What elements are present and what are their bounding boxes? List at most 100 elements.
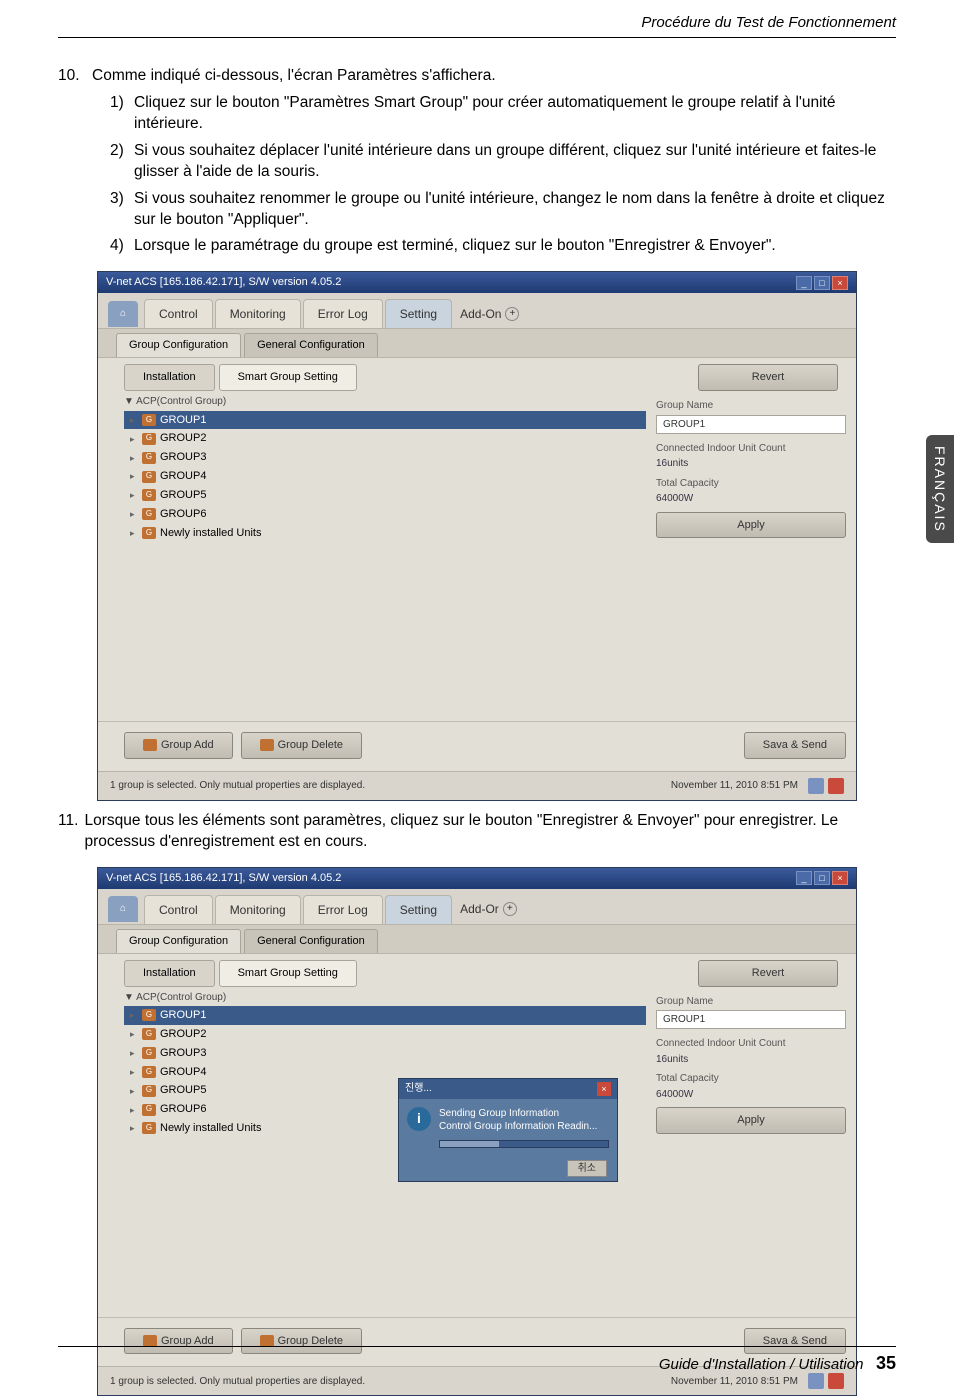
tab-setting[interactable]: Setting (385, 895, 452, 924)
tree-item-group3[interactable]: ▸GGROUP3 (124, 448, 646, 467)
step-10-sub-1: 1) Cliquez sur le bouton "Paramètres Sma… (110, 93, 896, 135)
tree-header[interactable]: ▼ ACP(Control Group) (124, 395, 646, 409)
group-icon: G (142, 1104, 156, 1116)
dialog-close-icon[interactable]: × (597, 1082, 611, 1096)
screenshot-2: V-net ACS [165.186.42.171], S/W version … (97, 867, 857, 1397)
page-number: 35 (876, 1353, 896, 1373)
addon-button[interactable]: Add-On + (460, 306, 519, 322)
group-icon (260, 1335, 274, 1347)
screenshot-1: V-net ACS [165.186.42.171], S/W version … (97, 271, 857, 801)
page-footer: Guide d'Installation / Utilisation 35 (58, 1346, 896, 1374)
tree-item-group1[interactable]: ▸GGROUP1 (124, 1006, 646, 1025)
button-label: Group Add (161, 1335, 214, 1347)
addon-button[interactable]: Add-Or + (460, 901, 517, 917)
home-icon[interactable]: ⌂ (108, 896, 138, 922)
tab-errorlog[interactable]: Error Log (303, 299, 383, 328)
home-icon[interactable]: ⌂ (108, 301, 138, 327)
group-delete-button[interactable]: Group Delete (241, 732, 362, 759)
tree-label: GROUP6 (160, 507, 206, 522)
group-icon: G (142, 471, 156, 483)
dialog-cancel-button[interactable]: 취소 (567, 1160, 607, 1177)
addon-label: Add-On (460, 306, 501, 322)
group-icon: G (142, 489, 156, 501)
group-icon: G (142, 1122, 156, 1134)
group-icon (143, 739, 157, 751)
sub-number: 4) (110, 236, 134, 257)
group-icon: G (142, 433, 156, 445)
tree-item-group3[interactable]: ▸GGROUP3 (124, 1044, 646, 1063)
tab-monitoring[interactable]: Monitoring (215, 299, 301, 328)
subtab-general-config[interactable]: General Configuration (244, 333, 378, 357)
subtab-smart-group[interactable]: Smart Group Setting (219, 960, 357, 987)
capacity-value: 64000W (656, 1088, 846, 1102)
subtab-installation[interactable]: Installation (124, 960, 215, 987)
status-time: November 11, 2010 8:51 PM (671, 1375, 798, 1389)
tree-item-group2[interactable]: ▸GGROUP2 (124, 429, 646, 448)
maximize-icon[interactable]: □ (814, 276, 830, 290)
connected-label: Connected Indoor Unit Count (656, 442, 846, 456)
tree-item-group5[interactable]: ▸GGROUP5 (124, 486, 646, 505)
progress-bar (439, 1140, 609, 1148)
button-label: Group Delete (278, 1335, 343, 1347)
sub-text: Si vous souhaitez renommer le groupe ou … (134, 189, 896, 231)
apply-button[interactable]: Apply (656, 1107, 846, 1134)
groupname-label: Group Name (656, 995, 846, 1009)
progress-dialog: 진행... × i Sending Group Information Cont… (398, 1078, 618, 1183)
revert-button[interactable]: Revert (698, 960, 838, 987)
group-icon: G (142, 452, 156, 464)
tree-label: GROUP4 (160, 1065, 206, 1080)
status-text: 1 group is selected. Only mutual propert… (110, 1375, 365, 1389)
tree-item-group1[interactable]: ▸GGROUP1 (124, 411, 646, 430)
tree-label: GROUP1 (160, 1008, 206, 1023)
plus-icon: + (503, 902, 517, 916)
close-icon[interactable]: × (832, 276, 848, 290)
subtab-installation[interactable]: Installation (124, 364, 215, 391)
tree-item-group4[interactable]: ▸GGROUP4 (124, 467, 646, 486)
status-icon (808, 778, 824, 794)
step-10-sub-2: 2) Si vous souhaitez déplacer l'unité in… (110, 141, 896, 183)
tree-header[interactable]: ▼ ACP(Control Group) (124, 991, 646, 1005)
groupname-input[interactable] (656, 415, 846, 434)
status-time: November 11, 2010 8:51 PM (671, 779, 798, 793)
status-icon (828, 1373, 844, 1389)
window-titlebar: V-net ACS [165.186.42.171], S/W version … (98, 272, 856, 293)
tree-item-newly-installed[interactable]: ▸GNewly installed Units (124, 524, 646, 543)
tree-label: GROUP1 (160, 413, 206, 428)
subtab-group-config[interactable]: Group Configuration (116, 333, 241, 357)
minimize-icon[interactable]: _ (796, 871, 812, 885)
group-icon: G (142, 414, 156, 426)
tab-monitoring[interactable]: Monitoring (215, 895, 301, 924)
revert-button[interactable]: Revert (698, 364, 838, 391)
sub-text: Lorsque le paramétrage du groupe est ter… (134, 236, 896, 257)
minimize-icon[interactable]: _ (796, 276, 812, 290)
maximize-icon[interactable]: □ (814, 871, 830, 885)
close-icon[interactable]: × (832, 871, 848, 885)
subtab-general-config[interactable]: General Configuration (244, 929, 378, 953)
tab-control[interactable]: Control (144, 895, 213, 924)
connected-value: 16units (656, 457, 846, 471)
tab-errorlog[interactable]: Error Log (303, 895, 383, 924)
tree-label: GROUP2 (160, 431, 206, 446)
group-icon: G (142, 1066, 156, 1078)
tree-item-group6[interactable]: ▸GGROUP6 (124, 505, 646, 524)
tree-label: GROUP6 (160, 1102, 206, 1117)
group-icon: G (142, 1047, 156, 1059)
tab-control[interactable]: Control (144, 299, 213, 328)
step-10: 10. Comme indiqué ci-dessous, l'écran Pa… (58, 66, 896, 87)
groupname-input[interactable] (656, 1010, 846, 1029)
tab-setting[interactable]: Setting (385, 299, 452, 328)
subtab-group-config[interactable]: Group Configuration (116, 929, 241, 953)
sub-number: 1) (110, 93, 134, 135)
tree-item-group2[interactable]: ▸GGROUP2 (124, 1025, 646, 1044)
sub-text: Cliquez sur le bouton "Paramètres Smart … (134, 93, 896, 135)
subtab-smart-group[interactable]: Smart Group Setting (219, 364, 357, 391)
dialog-title: 진행... (405, 1082, 432, 1096)
status-icon (808, 1373, 824, 1389)
save-send-button[interactable]: Sava & Send (744, 732, 846, 759)
connected-label: Connected Indoor Unit Count (656, 1037, 846, 1051)
group-add-button[interactable]: Group Add (124, 732, 233, 759)
step-10-sub-3: 3) Si vous souhaitez renommer le groupe … (110, 189, 896, 231)
apply-button[interactable]: Apply (656, 512, 846, 539)
capacity-label: Total Capacity (656, 1072, 846, 1086)
group-icon (143, 1335, 157, 1347)
